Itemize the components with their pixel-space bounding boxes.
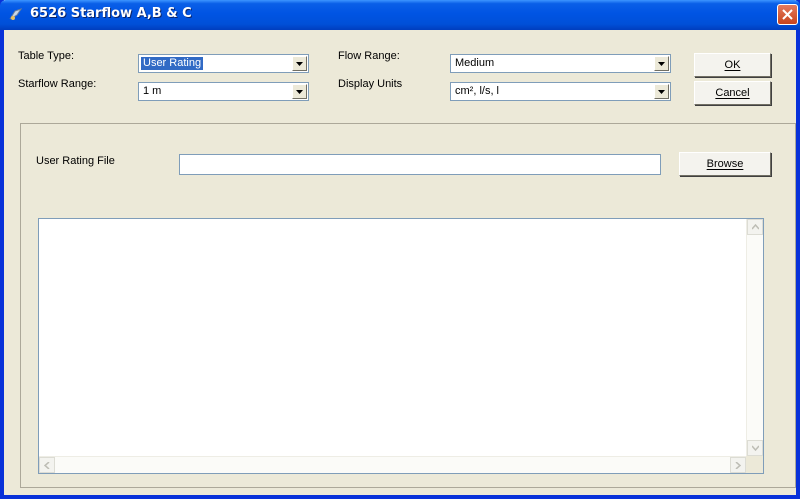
scroll-up-icon (752, 224, 759, 230)
scroll-left-icon (44, 462, 50, 469)
rating-table-area[interactable] (38, 218, 764, 474)
starflow-range-value: 1 m (143, 85, 162, 97)
display-units-value: cm², l/s, l (455, 85, 499, 97)
scroll-up-button[interactable] (747, 219, 763, 235)
scroll-right-icon (735, 462, 741, 469)
table-type-label: Table Type: (18, 50, 75, 62)
starflow-range-label: Starflow Range: (18, 78, 97, 90)
display-units-select[interactable]: cm², l/s, l (450, 82, 671, 101)
scroll-right-button[interactable] (730, 457, 746, 473)
browse-button-label: Browse (706, 158, 744, 170)
chevron-down-icon (658, 62, 665, 66)
user-rating-file-label: User Rating File (36, 155, 115, 167)
flow-range-select[interactable]: Medium (450, 54, 671, 73)
vertical-scrollbar[interactable] (746, 219, 763, 456)
chevron-down-icon (296, 90, 303, 94)
scroll-down-button[interactable] (747, 440, 763, 456)
window-title: 6526 Starflow A,B & C (30, 6, 192, 21)
flow-range-value: Medium (455, 57, 495, 69)
browse-button[interactable]: Browse (679, 152, 771, 176)
ok-button[interactable]: OK (694, 53, 771, 77)
cancel-button-label: Cancel (715, 87, 750, 99)
scrollbar-corner (746, 456, 763, 473)
table-type-dropdown-button[interactable] (292, 56, 307, 71)
cancel-button[interactable]: Cancel (694, 81, 771, 105)
display-units-dropdown-button[interactable] (654, 84, 669, 99)
flow-range-label: Flow Range: (338, 50, 400, 62)
starflow-range-select[interactable]: 1 m (138, 82, 309, 101)
scroll-down-icon (752, 445, 759, 451)
display-units-label: Display Units (338, 78, 403, 90)
table-type-value: User Rating (139, 56, 205, 71)
dialog-window: 6526 Starflow A,B & C Table Type: User R… (0, 0, 800, 499)
starflow-app-icon (8, 7, 24, 23)
chevron-down-icon (658, 90, 665, 94)
horizontal-scrollbar[interactable] (39, 456, 746, 473)
flow-range-dropdown-button[interactable] (654, 56, 669, 71)
user-rating-file-input[interactable] (179, 154, 661, 175)
table-type-select[interactable]: User Rating (138, 54, 309, 73)
title-bar[interactable]: 6526 Starflow A,B & C (0, 0, 800, 30)
ok-button-label: OK (724, 59, 741, 71)
close-button[interactable] (777, 4, 798, 25)
close-icon (782, 9, 793, 20)
chevron-down-icon (296, 62, 303, 66)
scroll-left-button[interactable] (39, 457, 55, 473)
starflow-range-dropdown-button[interactable] (292, 84, 307, 99)
